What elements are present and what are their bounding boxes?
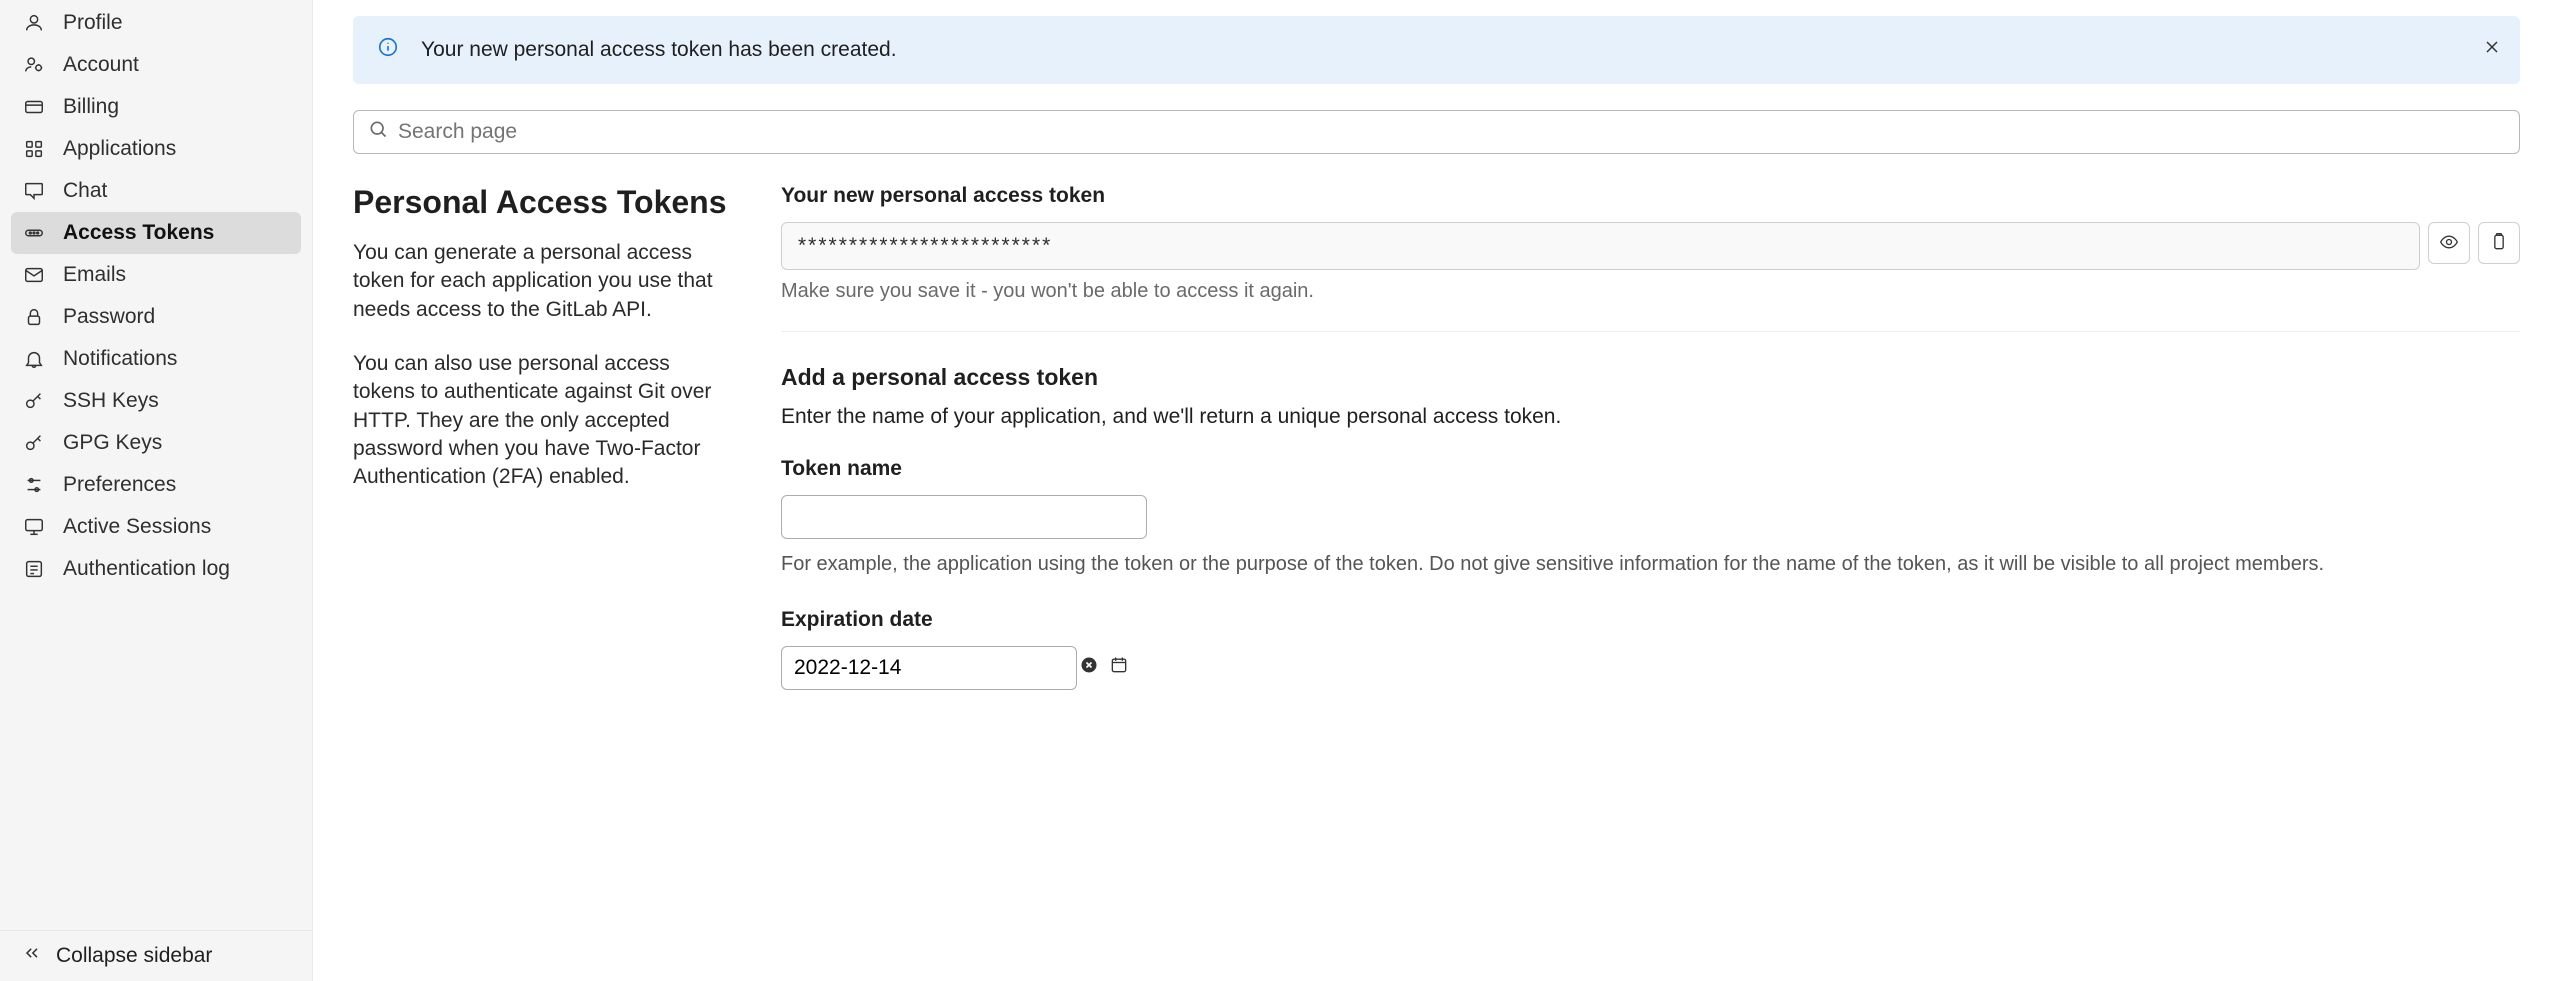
sidebar-item-applications[interactable]: Applications bbox=[11, 128, 301, 170]
save-hint: Make sure you save it - you won't be abl… bbox=[781, 280, 2520, 303]
sidebar-item-label: Profile bbox=[63, 11, 123, 35]
key-icon bbox=[23, 432, 45, 454]
key-icon bbox=[23, 390, 45, 412]
sidebar-item-label: Notifications bbox=[63, 347, 177, 371]
clipboard-icon bbox=[2489, 232, 2509, 255]
new-token-value[interactable] bbox=[781, 222, 2420, 270]
sidebar: Profile Account Billing Applications Chat Acc… bbox=[0, 0, 313, 981]
sidebar-item-label: Authentication log bbox=[63, 557, 230, 581]
sidebar-item-label: Billing bbox=[63, 95, 119, 119]
add-token-desc: Enter the name of your application, and … bbox=[781, 405, 2520, 429]
token-name-input[interactable] bbox=[781, 495, 1147, 539]
collapse-sidebar-button[interactable]: Collapse sidebar bbox=[0, 930, 312, 981]
search-page[interactable] bbox=[353, 110, 2520, 154]
sidebar-item-label: Access Tokens bbox=[63, 221, 214, 245]
sidebar-item-password[interactable]: Password bbox=[11, 296, 301, 338]
sidebar-item-label: Active Sessions bbox=[63, 515, 211, 539]
preferences-icon bbox=[23, 474, 45, 496]
sidebar-item-account[interactable]: Account bbox=[11, 44, 301, 86]
sidebar-item-profile[interactable]: Profile bbox=[11, 2, 301, 44]
eye-icon bbox=[2439, 232, 2459, 255]
applications-icon bbox=[23, 138, 45, 160]
sidebar-item-billing[interactable]: Billing bbox=[11, 86, 301, 128]
profile-icon bbox=[23, 12, 45, 34]
sidebar-item-label: Preferences bbox=[63, 473, 176, 497]
divider bbox=[781, 331, 2520, 332]
chat-icon bbox=[23, 180, 45, 202]
sidebar-item-access-tokens[interactable]: Access Tokens bbox=[11, 212, 301, 254]
sidebar-item-gpg-keys[interactable]: GPG Keys bbox=[11, 422, 301, 464]
intro-paragraph-1: You can generate a personal access token… bbox=[353, 239, 733, 324]
emails-icon bbox=[23, 264, 45, 286]
alert-message: Your new personal access token has been … bbox=[421, 38, 897, 62]
token-icon bbox=[23, 222, 45, 244]
token-name-help: For example, the application using the t… bbox=[781, 551, 2520, 578]
token-name-label: Token name bbox=[781, 457, 2520, 481]
add-token-heading: Add a personal access token bbox=[781, 364, 2520, 391]
sessions-icon bbox=[23, 516, 45, 538]
new-token-heading: Your new personal access token bbox=[781, 184, 2520, 208]
collapse-sidebar-label: Collapse sidebar bbox=[56, 944, 212, 968]
sidebar-item-ssh-keys[interactable]: SSH Keys bbox=[11, 380, 301, 422]
chevrons-left-icon bbox=[22, 943, 42, 969]
expiration-date-label: Expiration date bbox=[781, 608, 2520, 632]
expiration-date-field[interactable] bbox=[781, 646, 1077, 690]
sidebar-item-chat[interactable]: Chat bbox=[11, 170, 301, 212]
billing-icon bbox=[23, 96, 45, 118]
clear-date-button[interactable] bbox=[1079, 655, 1099, 681]
sidebar-item-emails[interactable]: Emails bbox=[11, 254, 301, 296]
authlog-icon bbox=[23, 558, 45, 580]
notifications-icon bbox=[23, 348, 45, 370]
account-icon bbox=[23, 54, 45, 76]
copy-token-button[interactable] bbox=[2478, 222, 2520, 264]
intro-paragraph-2: You can also use personal access tokens … bbox=[353, 350, 733, 492]
sidebar-item-label: Emails bbox=[63, 263, 126, 287]
sidebar-list: Profile Account Billing Applications Chat Acc… bbox=[0, 2, 312, 930]
close-alert-button[interactable] bbox=[2482, 37, 2502, 63]
password-icon bbox=[23, 306, 45, 328]
search-input[interactable] bbox=[398, 120, 2505, 144]
reveal-token-button[interactable] bbox=[2428, 222, 2470, 264]
search-icon bbox=[368, 119, 388, 145]
sidebar-item-notifications[interactable]: Notifications bbox=[11, 338, 301, 380]
calendar-icon[interactable] bbox=[1109, 655, 1129, 681]
sidebar-item-label: SSH Keys bbox=[63, 389, 159, 413]
token-panel: Your new personal access token Make sure… bbox=[781, 184, 2520, 690]
page-title: Personal Access Tokens bbox=[353, 184, 733, 221]
sidebar-item-label: GPG Keys bbox=[63, 431, 162, 455]
sidebar-item-label: Account bbox=[63, 53, 139, 77]
sidebar-item-authentication-log[interactable]: Authentication log bbox=[11, 548, 301, 590]
sidebar-item-active-sessions[interactable]: Active Sessions bbox=[11, 506, 301, 548]
sidebar-item-label: Password bbox=[63, 305, 155, 329]
section-intro: Personal Access Tokens You can generate … bbox=[353, 184, 733, 690]
main-content: Your new personal access token has been … bbox=[313, 0, 2560, 981]
success-alert: Your new personal access token has been … bbox=[353, 16, 2520, 84]
sidebar-item-label: Applications bbox=[63, 137, 176, 161]
sidebar-item-label: Chat bbox=[63, 179, 107, 203]
sidebar-item-preferences[interactable]: Preferences bbox=[11, 464, 301, 506]
info-icon bbox=[377, 36, 399, 64]
expiration-date-input[interactable] bbox=[794, 656, 1065, 680]
